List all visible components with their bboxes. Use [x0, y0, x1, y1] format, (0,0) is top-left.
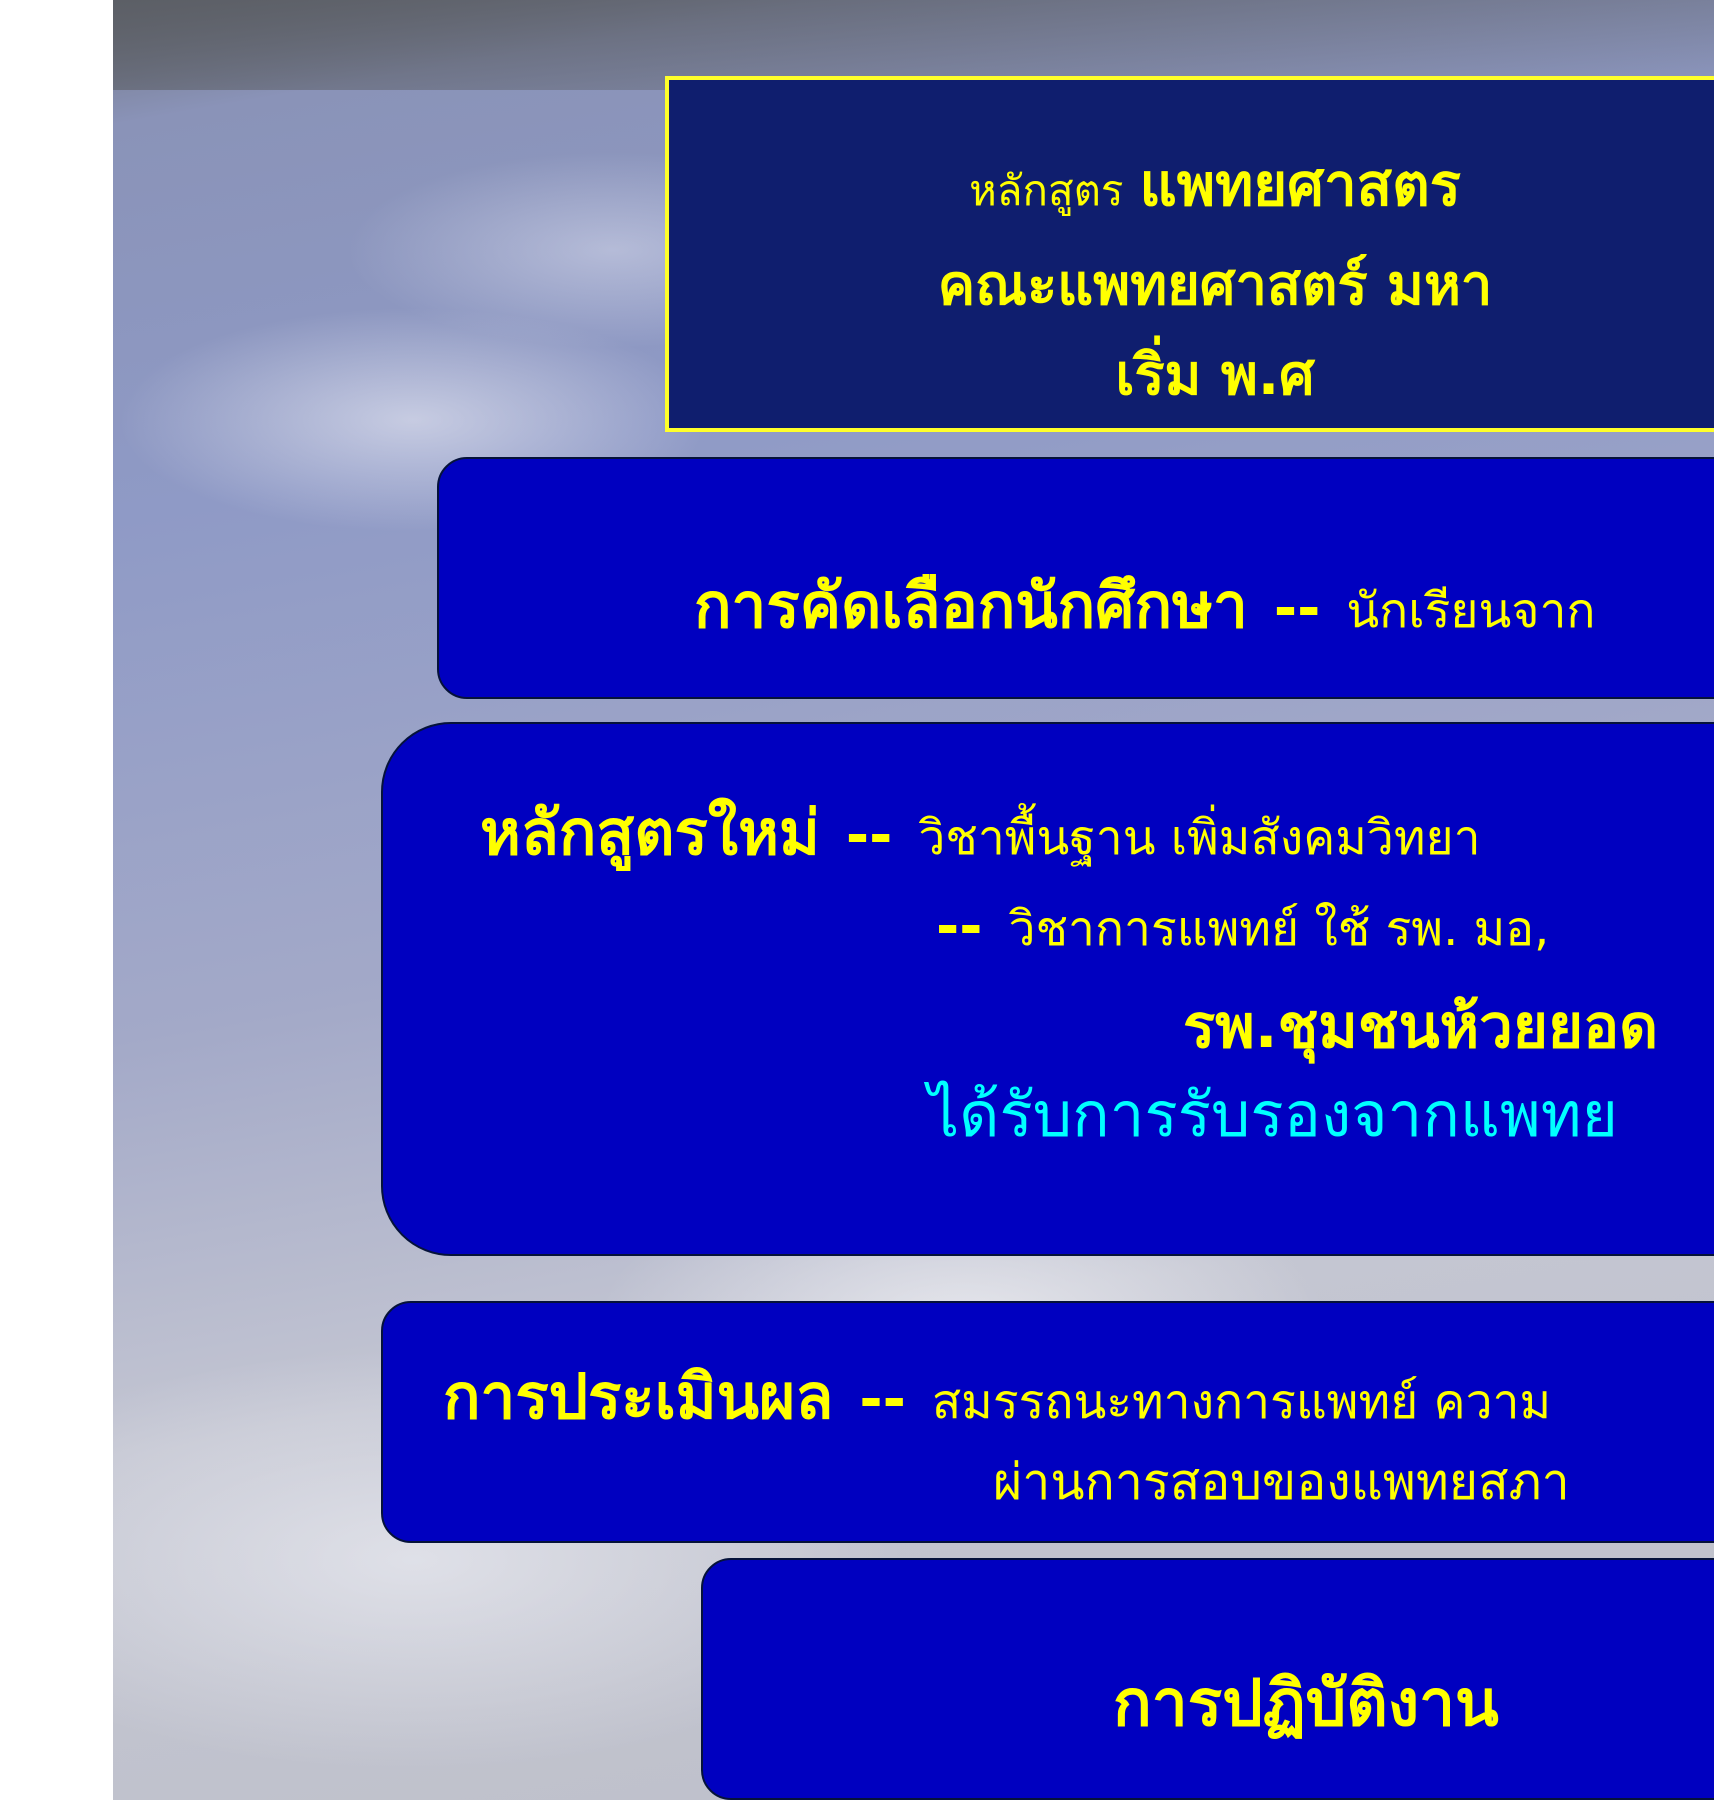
evaluation-line-1: การประเมินผล -- สมรรถนะทางการแพทย์ ความ [443, 1348, 1551, 1446]
selection-line: การคัดเลือกนักศึกษา -- นักเรียนจาก [694, 557, 1595, 655]
evaluation-panel: การประเมินผล -- สมรรถนะทางการแพทย์ ความ ผ่… [381, 1301, 1714, 1543]
curriculum-line-2: -- วิชาการแพทย์ ใช้ รพ. มอ, [910, 891, 1549, 967]
title-prefix: หลักสูตร [969, 166, 1124, 215]
title-line-2: คณะแพทยศาสตร์ มหา [937, 253, 1493, 318]
title-main: แพทยศาสตร [1139, 151, 1461, 219]
evaluation-line-1-text: สมรรถนะทางการแพทย์ ความ [931, 1374, 1552, 1430]
curriculum-line-2-text: วิชาการแพทย์ ใช้ รพ. มอ, [1008, 901, 1550, 957]
title-line-3: เริ่ม พ.ศ [1115, 343, 1315, 408]
practice-panel: การปฏิบัติงาน [701, 1558, 1714, 1800]
title-box: หลักสูตร แพทยศาสตร คณะแพทยศาสตร์ มหา เริ… [665, 76, 1714, 432]
selection-panel: การคัดเลือกนักศึกษา -- นักเรียนจาก [437, 457, 1714, 699]
slide-background: หลักสูตร แพทยศาสตร คณะแพทยศาสตร์ มหา เริ… [113, 0, 1714, 1800]
curriculum-separator-2: -- [936, 894, 983, 959]
curriculum-heading: หลักสูตรใหม่ [480, 796, 820, 869]
evaluation-line-2: ผ่านการสอบของแพทยสภา [993, 1453, 1570, 1511]
curriculum-separator-1: -- [845, 803, 893, 868]
practice-heading: การปฏิบัติงาน [1113, 1667, 1499, 1741]
evaluation-separator: -- [859, 1367, 906, 1432]
curriculum-line-1-text: วิชาพื้นฐาน เพิ่มสังคมวิทยา [918, 810, 1481, 866]
selection-separator: -- [1273, 576, 1321, 641]
curriculum-line-3: รพ.ชุมชนห้วยยอด [1183, 992, 1659, 1062]
evaluation-heading: การประเมินผล [443, 1360, 834, 1433]
curriculum-line-1: หลักสูตรใหม่ -- วิชาพื้นฐาน เพิ่มสังคมวิทย… [480, 784, 1481, 882]
curriculum-line-4: ได้รับการรับรองจากแพทย [928, 1078, 1618, 1151]
selection-heading: การคัดเลือกนักศึกษา [694, 569, 1248, 642]
selection-text: นักเรียนจาก [1346, 583, 1596, 639]
title-line-1: หลักสูตร แพทยศาสตร [669, 138, 1714, 231]
curriculum-panel: หลักสูตรใหม่ -- วิชาพื้นฐาน เพิ่มสังคมวิทย… [381, 722, 1714, 1256]
